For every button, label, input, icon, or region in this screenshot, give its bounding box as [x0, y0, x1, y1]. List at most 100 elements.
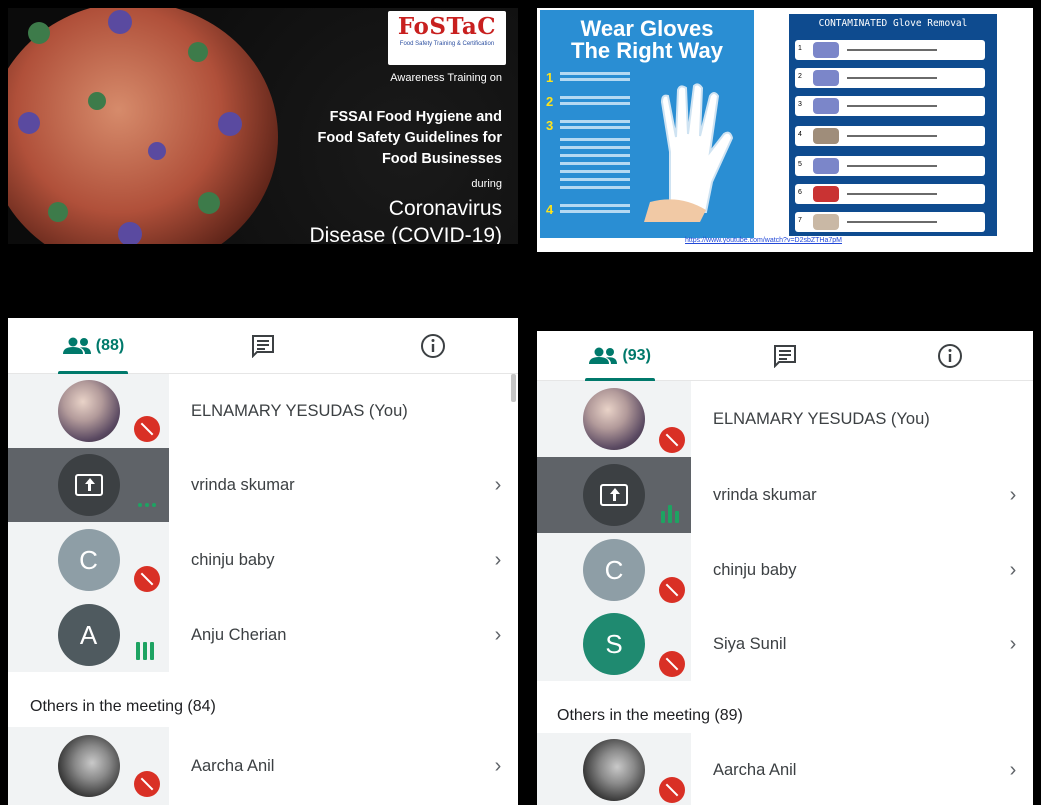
coronavirus-image — [8, 8, 278, 244]
slide-during-text: during — [471, 178, 502, 190]
fostac-logo: FoSTaC Food Safety Training & Certificat… — [388, 11, 506, 65]
participant-row[interactable]: S Siya Sunil › — [537, 607, 1033, 681]
speaking-indicator-icon — [138, 503, 156, 507]
tab-people[interactable]: (93) — [537, 331, 702, 380]
removal-step-number: 2 — [798, 73, 802, 80]
tab-chat[interactable] — [702, 331, 867, 380]
others-section-label: Others in the meeting (89) — [557, 707, 743, 724]
participant-name: Siya Sunil — [713, 634, 787, 653]
chat-icon — [252, 334, 274, 358]
avatar — [583, 739, 645, 801]
wear-gloves-title-line: Wear Gloves — [580, 16, 714, 41]
mic-off-icon — [134, 416, 160, 442]
slide-disease-line: Coronavirus — [388, 197, 502, 220]
gloves-step-number: 4 — [546, 202, 554, 217]
participant-name: vrinda skumar — [191, 475, 295, 494]
chevron-right-icon[interactable]: › — [478, 624, 518, 647]
participant-name: Aarcha Anil — [191, 756, 275, 775]
people-count: (88) — [95, 336, 125, 354]
removal-step-number: 4 — [798, 131, 802, 138]
mic-off-icon — [659, 777, 685, 803]
tab-info[interactable] — [348, 318, 518, 373]
gloves-step-number: 3 — [546, 118, 554, 133]
youtube-link[interactable]: https://www.youtube.com/watch?v=D2sbZTHa… — [685, 237, 842, 244]
removal-step-number: 6 — [798, 189, 802, 196]
avatar: C — [57, 529, 120, 591]
avatar — [57, 735, 120, 797]
gloves-step-number: 1 — [546, 70, 554, 85]
slide-disease-title: Coronavirus Disease (COVID-19) — [309, 195, 502, 244]
participant-name: Anju Cherian — [191, 625, 287, 644]
mic-off-icon — [134, 771, 160, 797]
mic-off-icon — [659, 427, 685, 453]
participant-name: vrinda skumar — [713, 485, 817, 504]
removal-step-number: 1 — [798, 45, 802, 52]
mic-off-icon — [659, 651, 685, 677]
slide-main-line: Food Safety Guidelines for — [317, 130, 503, 146]
fostac-logo-text: FoSTaC — [397, 13, 497, 40]
participant-name: chinju baby — [191, 550, 275, 569]
gloves-step-number: 2 — [546, 94, 554, 109]
removal-step-number: 7 — [798, 217, 802, 224]
avatar — [57, 380, 120, 442]
chevron-right-icon[interactable]: › — [478, 755, 518, 778]
mic-off-icon — [134, 566, 160, 592]
info-icon — [421, 333, 445, 358]
participant-row[interactable]: C chinju baby › — [8, 522, 518, 598]
participant-row[interactable]: C chinju baby › — [537, 533, 1033, 607]
slide-main-title: FSSAI Food Hygiene and Food Safety Guide… — [318, 107, 503, 170]
tab-people[interactable]: (88) — [8, 318, 178, 373]
slide-main-line: FSSAI Food Hygiene and — [329, 109, 502, 125]
chevron-right-icon[interactable]: › — [478, 549, 518, 572]
removal-step-number: 3 — [798, 101, 802, 108]
participant-row[interactable]: vrinda skumar › — [537, 457, 1033, 533]
present-screen-icon — [74, 474, 103, 496]
participant-name: ELNAMARY YESUDAS (You) — [191, 401, 408, 420]
presentation-slide-gloves: Wear Gloves The Right Way 1 2 3 4 CONTAM… — [537, 8, 1033, 252]
participant-row[interactable]: ELNAMARY YESUDAS (You) — [8, 374, 518, 448]
participant-row[interactable]: ELNAMARY YESUDAS (You) — [537, 381, 1033, 457]
removal-step-number: 5 — [798, 161, 802, 168]
others-section-label: Others in the meeting (84) — [30, 698, 216, 715]
glove-removal-poster: CONTAMINATED Glove Removal 1 2 3 4 5 6 7 — [789, 14, 997, 236]
panel-tabs: (93) — [537, 331, 1033, 381]
chevron-right-icon[interactable]: › — [993, 484, 1033, 507]
wear-gloves-poster: Wear Gloves The Right Way 1 2 3 4 — [540, 10, 754, 238]
participant-name: ELNAMARY YESUDAS (You) — [713, 409, 930, 428]
chat-icon — [773, 344, 796, 368]
participant-row[interactable]: vrinda skumar › — [8, 448, 518, 522]
glove-removal-title: CONTAMINATED Glove Removal — [789, 14, 997, 33]
presentation-slide-fssai: FoSTaC Food Safety Training & Certificat… — [8, 8, 518, 244]
slide-main-line: Food Businesses — [381, 151, 502, 167]
glove-hand-icon — [644, 83, 734, 222]
participant-row[interactable]: A Anju Cherian › — [8, 598, 518, 672]
present-screen-icon — [600, 484, 628, 506]
participants-panel: (88) ELNAMARY YESUDAS (You) vrinda skuma… — [8, 318, 518, 805]
panel-tabs: (88) — [8, 318, 518, 374]
participant-row[interactable]: Aarcha Anil › — [537, 733, 1033, 805]
tab-info[interactable] — [868, 331, 1033, 380]
chevron-right-icon[interactable]: › — [993, 559, 1033, 582]
speaking-indicator-icon — [136, 642, 154, 660]
tab-chat[interactable] — [178, 318, 348, 373]
chevron-right-icon[interactable]: › — [993, 633, 1033, 656]
avatar: S — [583, 613, 645, 675]
slide-awareness-text: Awareness Training on — [390, 72, 502, 84]
avatar — [57, 454, 120, 516]
participant-name: Aarcha Anil — [713, 760, 797, 779]
fostac-logo-subtitle: Food Safety Training & Certification — [399, 41, 495, 47]
speaking-indicator-icon — [661, 505, 679, 523]
chevron-right-icon[interactable]: › — [478, 474, 518, 497]
participant-row[interactable]: Aarcha Anil › — [8, 727, 518, 805]
mic-off-icon — [659, 577, 685, 603]
avatar: C — [583, 539, 645, 601]
participant-name: chinju baby — [713, 560, 797, 579]
chevron-right-icon[interactable]: › — [993, 759, 1033, 782]
info-icon — [938, 343, 963, 368]
avatar: A — [57, 604, 120, 666]
slide-disease-line: Disease (COVID-19) — [309, 224, 502, 244]
people-count: (93) — [622, 346, 651, 364]
avatar — [583, 388, 645, 450]
participants-panel: (93) ELNAMARY YESUDAS (You) vrinda skuma… — [537, 331, 1033, 805]
wear-gloves-title-line: The Right Way — [571, 38, 723, 63]
